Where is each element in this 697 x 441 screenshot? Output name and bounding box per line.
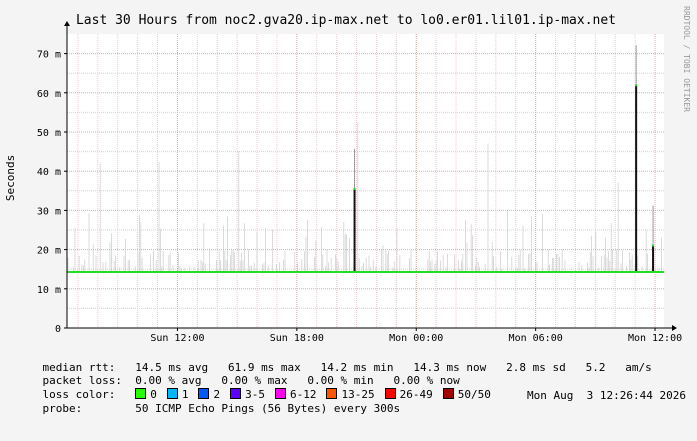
x-axis-arrow [672, 325, 677, 331]
packet-loss-row: packet loss: 0.00 % avg 0.00 % max 0.00 … [16, 361, 686, 387]
y-tick-label: 10 m [37, 285, 61, 296]
probe-row: probe: 50 ICMP Echo Pings (56 Bytes) eve… [16, 389, 687, 415]
x-tick-label: Sun 12:00 [150, 333, 204, 344]
probe-label: probe: [42, 402, 83, 415]
y-tick-label: 60 m [37, 89, 61, 100]
y-axis-arrow [64, 21, 70, 26]
smokeping-graph: Last 30 Hours from noc2.gva20.ip-max.net… [0, 0, 697, 415]
y-tick-labels: 0 10 m 20 m 30 m 40 m 50 m 60 m 70 m [37, 50, 61, 335]
loss-color-row: loss color: 0 1 2 3-5 6-12 13-25 26-49 50/50 [16, 375, 686, 401]
y-tick-label: 50 m [37, 128, 61, 139]
timestamp: Mon Aug 3 12:26:44 2026 [527, 389, 686, 402]
y-tick-label: 40 m [37, 167, 61, 178]
x-tick-label: Sun 18:00 [270, 333, 324, 344]
x-tick-label: Mon 00:00 [389, 333, 443, 344]
x-tick-labels: Sun 12:00 Sun 18:00 Mon 00:00 Mon 06:00 Mon … [150, 333, 682, 344]
median-rtt-row: median rtt: 14.5 ms avg 61.9 ms max 14.2… [16, 348, 686, 374]
latency-chart: Last 30 Hours from noc2.gva20.ip-max.net… [4, 6, 691, 344]
probe-value: 50 ICMP Echo Pings (56 Bytes) every 300s [135, 402, 401, 415]
x-tick-label: Mon 06:00 [509, 333, 563, 344]
y-tick-label: 20 m [37, 246, 61, 257]
plot-area [67, 34, 664, 328]
y-tick-label: 0 [55, 324, 61, 335]
rrdtool-credit: RRDTOOL / TOBI OETIKER [682, 6, 691, 112]
y-tick-label: 30 m [37, 206, 61, 217]
chart-title: Last 30 Hours from noc2.gva20.ip-max.net… [76, 13, 616, 28]
y-tick-label: 70 m [37, 50, 61, 61]
x-tick-label: Mon 12:00 [628, 333, 682, 344]
y-axis-label: Seconds [4, 155, 17, 201]
